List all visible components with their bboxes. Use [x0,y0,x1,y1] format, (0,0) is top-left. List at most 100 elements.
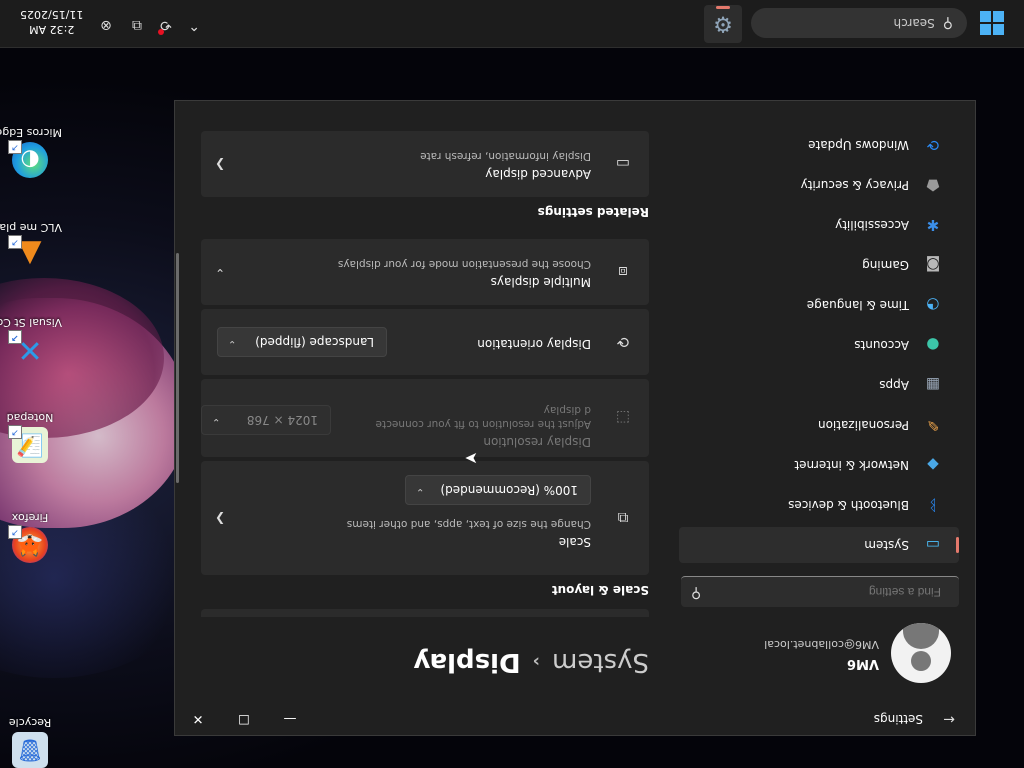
sidebar-item-icon: ᛒ [928,496,938,514]
sidebar-item-accessibility[interactable]: ✱ Accessibility [679,207,959,243]
search-icon[interactable]: ⚲ [691,585,701,601]
sidebar-item-gaming[interactable]: ◙ Gaming [679,247,959,283]
sidebar-item-label: Network & internet [794,458,909,472]
clock[interactable]: 2:32 AM 11/15/2025 [20,7,83,37]
scale-icon: ⧉ [617,509,629,527]
windows-logo-tile [980,24,991,35]
resolution-icon: ⬚ [615,409,631,427]
sidebar-item-label: Bluetooth & devices [788,498,909,512]
avatar-body [903,623,939,649]
sidebar-item-icon: ⟳ [926,136,940,154]
desktop-icon-recycle-bin[interactable]: 🗑 Recycle [0,716,60,768]
sidebar-item-accounts[interactable]: ● Accounts [679,327,959,363]
chevron-down-icon: ⌄ [212,416,221,427]
user-name: VM6 [846,656,879,671]
desktop-icon-vlc[interactable]: ▲↗ VLC me playe [0,221,62,273]
vlc-cone-icon: ▲ ↗ [8,235,48,273]
breadcrumb: System › Display [413,647,649,677]
display-orientation-card[interactable]: ⟳ Display orientation Landscape (flipped… [201,309,649,375]
settings-nav: ▭ System ᛒ Bluetooth & devices ◆ Network & in… [679,123,959,563]
scale-card[interactable]: ⧉ Scale Change the size of text, apps, a… [201,461,649,575]
recycle-bin-icon: 🗑 [12,732,48,768]
display-resolution-card: ⬚ Display resolution Adjust the resoluti… [201,379,649,457]
sidebar-item-label: Privacy & security [800,178,909,192]
sidebar-item-network-internet[interactable]: ◆ Network & internet [679,447,959,483]
search-icon: ⚲ [942,15,953,31]
sidebar-item-time-language[interactable]: ◔ Time & language [679,287,959,323]
desktop-icon-edge[interactable]: ◐ ↗ Micros Edge [0,126,62,178]
desktop-icon-label: Micros Edge [0,126,62,138]
desktop-icon-label: Visual St Code [0,316,62,328]
page-title: Display [413,647,521,677]
show-hidden-icons-chevron-icon[interactable]: ⌃ [188,17,200,33]
window-title: Settings [873,712,923,726]
resolution-title: Display resolution [483,435,591,449]
section-heading-scale-layout: Scale & layout [551,583,649,597]
sidebar-item-icon: ✎ [926,416,940,434]
chevron-right-icon: › [532,651,541,672]
gear-icon: ⚙ [713,11,733,37]
sidebar-item-icon: ◙ [925,256,941,274]
back-arrow-icon[interactable]: ← [943,711,955,727]
network-disconnected-icon[interactable]: ⊗ [100,17,112,33]
screen-rotated-180: 🗑 Recycle 🦊 ↗ Firefox 📝 ↗ Notepad ✕ ↗ Visua… [0,0,1024,768]
multiple-displays-description: Choose the presentation mode for your di… [337,258,591,270]
taskbar-search[interactable]: ⚲ Search [751,8,967,38]
breadcrumb-system[interactable]: System [552,647,649,677]
windows-logo-tile [993,11,1004,22]
sidebar-item-label: Apps [879,378,909,392]
multiple-displays-card[interactable]: ⧈ Multiple displays Choose the presentat… [201,239,649,305]
display-icon[interactable]: ⧉ [132,17,142,33]
taskbar-settings-app[interactable]: ⚙ [704,5,742,43]
avatar [891,623,951,683]
advanced-display-description: Display information, refresh rate [420,150,591,162]
chevron-down-icon[interactable]: ⌄ [215,266,225,280]
find-setting-input[interactable] [719,584,943,600]
desktop-icon-firefox[interactable]: 🦊 ↗ Firefox [0,511,60,563]
sidebar-item-label: Accessibility [835,218,909,232]
chevron-right-icon: ❯ [215,512,226,526]
sidebar-item-personalization[interactable]: ✎ Personalization [679,407,959,443]
sidebar-item-label: Time & language [806,298,909,312]
firefox-icon: 🦊 ↗ [8,525,48,563]
sidebar-item-label: Windows Update [808,138,909,152]
clock-time: 2:32 AM [29,23,75,36]
multiple-displays-title: Multiple displays [490,275,591,289]
start-button[interactable] [980,11,1004,35]
find-setting-box[interactable]: ⚲ [681,576,959,607]
sidebar-item-apps[interactable]: ▦ Apps [679,367,959,403]
orientation-title: Display orientation [477,337,591,351]
sidebar-item-privacy-security[interactable]: ⬟ Privacy & security [679,167,959,203]
desktop-icon-label: Firefox [11,511,49,523]
desktop-icon-label: Recycle [8,716,52,728]
sidebar-item-label: System [864,538,909,552]
edge-icon: ◐ ↗ [8,140,48,178]
desktop-icon-label: VLC me playe [0,221,62,233]
shortcut-arrow-icon: ↗ [8,525,22,539]
sidebar-item-bluetooth-devices[interactable]: ᛒ Bluetooth & devices [679,487,959,523]
scrollbar[interactable] [176,253,179,483]
sidebar-item-label: Personalization [818,418,909,432]
section-heading-related-settings: Related settings [537,205,649,219]
desktop-icon-notepad-plus-plus[interactable]: 📝 ↗ Notepad [0,411,60,463]
settings-window: ← Settings — ☐ ✕ VM6 VM6@collabnet.local… [174,100,976,736]
scale-title: Scale [558,535,591,549]
sidebar-item-system[interactable]: ▭ System [679,527,959,563]
advanced-display-card[interactable]: ▭ Advanced display Display information, … [201,131,649,197]
system-tray: ⌃ ⟲ ⧉ ⊗ 2:32 AM 11/15/2025 [0,0,204,47]
multiple-displays-icon: ⧈ [618,263,628,281]
desktop-icon-visual-studio-code[interactable]: ✕↗ Visual St Code [0,316,62,368]
orientation-dropdown[interactable]: Landscape (flipped) ⌄ [217,327,387,357]
user-email: VM6@collabnet.local [764,638,879,651]
resolution-description-2: d display [543,404,591,416]
resolution-dropdown: 1024 × 768 ⌄ [201,405,331,435]
sidebar-item-label: Gaming [862,258,909,272]
shortcut-arrow-icon: ↗ [8,140,22,154]
sidebar-item-icon: ▭ [925,536,941,554]
monitor-icon: ▭ [615,155,631,173]
clock-date: 11/15/2025 [20,8,84,21]
sidebar-item-windows-update[interactable]: ⟳ Windows Update [679,127,959,163]
orientation-icon: ⟳ [616,333,630,351]
scale-dropdown[interactable]: 100% (Recommended) ⌄ [405,475,591,505]
orientation-dropdown-value: Landscape (flipped) [255,335,374,349]
